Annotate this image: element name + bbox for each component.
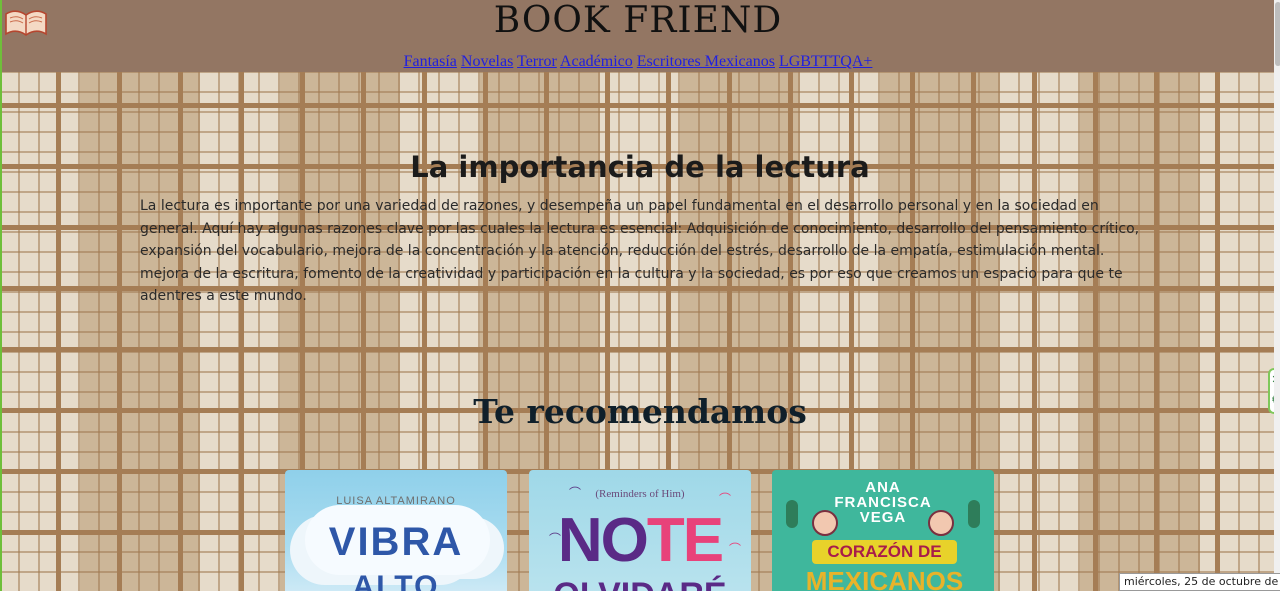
nav-link-novelas[interactable]: Novelas xyxy=(461,53,513,70)
intro-heading: La importancia de la lectura xyxy=(410,150,870,184)
book-author: LUISA ALTAMIRANO xyxy=(336,495,456,507)
nav-link-lgbtttqa[interactable]: LGBTTTQA+ xyxy=(779,53,872,70)
nav-link-academico[interactable]: Académico xyxy=(560,53,633,70)
book-card-vibra-alto[interactable]: LUISA ALTAMIRANO VIBRA ALTO xyxy=(285,470,507,591)
scrollbar-thumb[interactable] xyxy=(1275,2,1280,66)
book-title: NOTE xyxy=(529,506,751,576)
book-author: ANA FRANCISCA VEGA xyxy=(772,480,994,525)
intro-paragraph: La lectura es importante por una varieda… xyxy=(140,198,1140,304)
recommendations-heading: Te recomendamos xyxy=(473,392,807,431)
nav-link-escritores-mexicanos[interactable]: Escritores Mexicanos xyxy=(637,53,775,70)
book-title-line2: OLVIDARÉ xyxy=(529,576,751,591)
book-title-line2: MEXICANOS xyxy=(805,566,964,591)
vertical-scrollbar[interactable] xyxy=(1274,0,1280,591)
book-title: VIBRA xyxy=(328,520,464,564)
book-card-corazon-de-mexicanos[interactable]: ANA FRANCISCA VEGA CORAZÓN DE MEXICANOS xyxy=(772,470,994,591)
book-title-line2: ALTO xyxy=(352,570,440,591)
book-title: CORAZÓN DE xyxy=(812,540,957,564)
book-card-no-te-olvidare[interactable]: ⌒ ⌒ ⌒ ⌒ (Reminders of Him) NOTE OLVIDARÉ xyxy=(529,470,751,591)
book-title-part2: TE xyxy=(646,506,724,575)
site-header: BOOK FRIEND Fantasía Novelas Terror Acad… xyxy=(2,0,1274,72)
nav-link-fantasia[interactable]: Fantasía xyxy=(404,53,457,70)
book-title-part1: NO xyxy=(557,506,649,575)
book-series: (Reminders of Him) xyxy=(595,488,685,500)
nav-link-terror[interactable]: Terror xyxy=(517,53,557,70)
site-title: BOOK FRIEND xyxy=(493,0,783,41)
date-status: miércoles, 25 de octubre de 2023 xyxy=(1119,573,1280,591)
book-author-line1: ANA xyxy=(865,479,901,496)
main-nav: Fantasía Novelas Terror Académico Escrit… xyxy=(2,52,1274,72)
book-author-line2: FRANCISCA xyxy=(834,494,932,511)
book-author-line3: VEGA xyxy=(859,509,907,526)
